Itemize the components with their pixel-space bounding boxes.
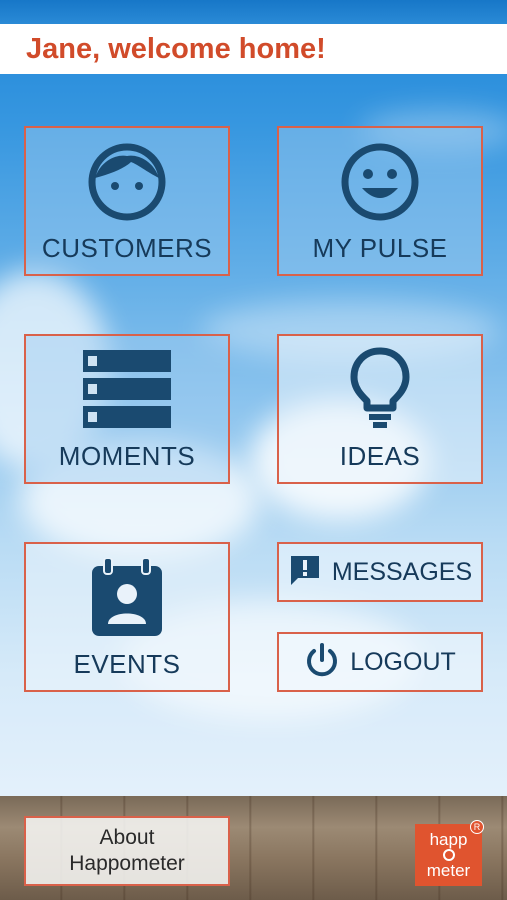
messages-button[interactable]: MESSAGES — [277, 542, 483, 602]
about-line-2: Happometer — [69, 852, 185, 875]
lightbulb-icon — [349, 346, 411, 435]
welcome-banner: Jane, welcome home! — [0, 24, 507, 74]
list-icon — [81, 348, 173, 435]
messages-label: MESSAGES — [331, 557, 473, 586]
registered-mark: R — [470, 820, 484, 834]
customers-label: CUSTOMERS — [41, 233, 213, 263]
moments-button[interactable]: MOMENTS — [24, 334, 230, 484]
about-line-1: About — [99, 826, 155, 849]
logout-label: LOGOUT — [350, 647, 456, 676]
status-bar — [0, 0, 507, 24]
about-happometer-button[interactable]: About Happometer — [24, 816, 230, 886]
ideas-label: IDEAS — [339, 441, 421, 471]
customers-button[interactable]: CUSTOMERS — [24, 126, 230, 276]
my-pulse-label: MY PULSE — [312, 233, 448, 263]
logo-top-text: happ — [429, 830, 468, 849]
logo-ring-icon — [442, 849, 455, 861]
calendar-person-icon — [90, 557, 164, 643]
face-icon — [87, 142, 167, 227]
happometer-logo: happ meter R — [415, 820, 484, 886]
power-icon — [304, 642, 340, 683]
events-label: EVENTS — [73, 649, 181, 679]
chat-alert-icon — [288, 553, 322, 592]
events-button[interactable]: EVENTS — [24, 542, 230, 692]
logout-button[interactable]: LOGOUT — [277, 632, 483, 692]
logo-bottom-text: meter — [426, 861, 471, 880]
moments-label: MOMENTS — [58, 441, 196, 471]
smiley-icon — [340, 142, 420, 227]
ideas-button[interactable]: IDEAS — [277, 334, 483, 484]
my-pulse-button[interactable]: MY PULSE — [277, 126, 483, 276]
